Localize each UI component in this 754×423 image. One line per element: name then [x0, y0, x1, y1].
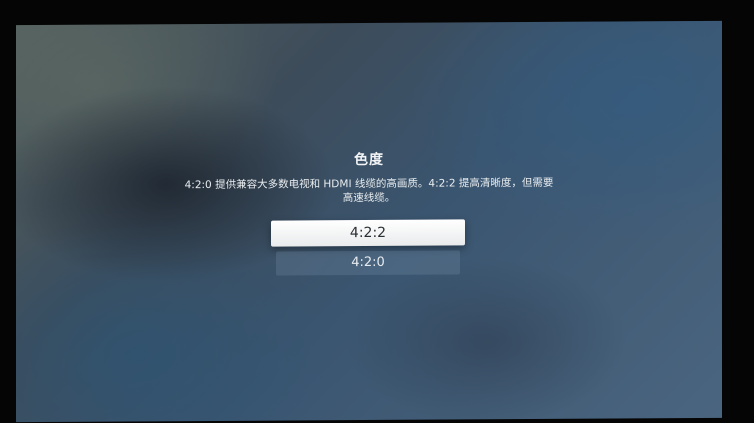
dialog-title: 色度 — [354, 151, 384, 169]
chroma-option-list: 4:2:2 4:2:0 — [271, 219, 465, 276]
dialog-description: 4:2:0 提供兼容大多数电视和 HDMI 线缆的高画质。4:2:2 提高清晰度… — [169, 176, 569, 206]
option-422-button[interactable]: 4:2:2 — [271, 219, 465, 247]
description-line-2: 高速线缆。 — [342, 191, 396, 205]
tv-screen: 色度 4:2:0 提供兼容大多数电视和 HDMI 线缆的高画质。4:2:2 提高… — [16, 20, 722, 423]
photo-frame: 色度 4:2:0 提供兼容大多数电视和 HDMI 线缆的高画质。4:2:2 提高… — [0, 0, 754, 423]
option-420-button[interactable]: 4:2:0 — [276, 250, 460, 276]
description-line-1: 4:2:0 提供兼容大多数电视和 HDMI 线缆的高画质。4:2:2 提高清晰度… — [184, 176, 554, 192]
chroma-settings-dialog: 色度 4:2:0 提供兼容大多数电视和 HDMI 线缆的高画质。4:2:2 提高… — [16, 147, 722, 207]
